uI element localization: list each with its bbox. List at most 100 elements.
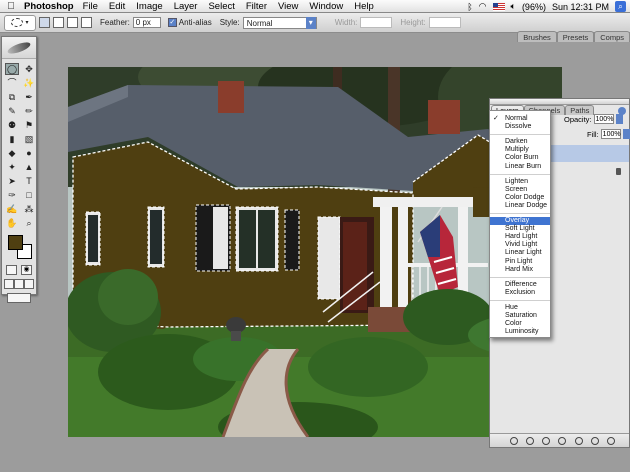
new-layer-icon[interactable] bbox=[590, 436, 599, 445]
blend-mode-overlay[interactable]: Overlay bbox=[490, 217, 550, 225]
hand-tool-icon[interactable]: ✋ bbox=[5, 217, 19, 229]
blend-mode-normal[interactable]: Normal ✓ bbox=[490, 115, 550, 123]
new-selection-icon[interactable] bbox=[39, 17, 50, 28]
healing-brush-tool-icon[interactable]: ✎ bbox=[5, 105, 19, 117]
menu-select[interactable]: Select bbox=[208, 1, 234, 12]
blend-mode-soft-light[interactable]: Soft Light bbox=[490, 225, 550, 233]
blend-mode-lighten[interactable]: Lighten bbox=[490, 178, 550, 186]
menu-help[interactable]: Help bbox=[354, 1, 374, 12]
input-menu-flag-icon[interactable] bbox=[492, 2, 505, 11]
menu-image[interactable]: Image bbox=[136, 1, 162, 12]
adjustment-layer-icon[interactable] bbox=[558, 436, 567, 445]
blend-mode-difference[interactable]: Difference bbox=[490, 281, 550, 289]
subtract-selection-icon[interactable] bbox=[67, 17, 78, 28]
quick-mask-mode-icon[interactable]: ◉ bbox=[21, 265, 32, 275]
blend-mode-darken[interactable]: Darken bbox=[490, 138, 550, 146]
full-screen-menu-mode-icon[interactable] bbox=[14, 279, 24, 289]
link-layers-icon[interactable] bbox=[510, 436, 519, 445]
apple-menu-icon[interactable]:  bbox=[4, 1, 18, 12]
menu-edit[interactable]: Edit bbox=[109, 1, 125, 12]
blend-mode-screen[interactable]: Screen bbox=[490, 186, 550, 194]
dodge-tool-icon[interactable]: ● bbox=[22, 147, 36, 159]
foreground-color-swatch[interactable] bbox=[8, 235, 23, 250]
measure-tool-icon[interactable]: ⁂ bbox=[22, 203, 36, 215]
notes-tool-icon[interactable]: ✑ bbox=[5, 189, 19, 201]
crop-tool-icon[interactable]: ⧉ bbox=[5, 91, 19, 103]
blend-mode-multiply[interactable]: Multiply bbox=[490, 146, 550, 154]
direct-selection-tool-icon[interactable]: ➤ bbox=[5, 175, 19, 187]
opacity-input[interactable]: 100% bbox=[593, 114, 614, 124]
brush-tool-icon[interactable]: ✏ bbox=[22, 105, 36, 117]
layer-mask-icon[interactable] bbox=[542, 436, 551, 445]
bluetooth-icon[interactable]: ᛒ bbox=[467, 2, 472, 12]
checkmark-icon: ✓ bbox=[493, 115, 499, 122]
fill-slider-icon[interactable] bbox=[622, 129, 630, 139]
toolbox-header[interactable] bbox=[2, 37, 36, 59]
clone-stamp-tool-icon[interactable]: ⚉ bbox=[5, 119, 19, 131]
gradient-tool-icon[interactable]: ▧ bbox=[22, 133, 36, 145]
palette-tab-presets[interactable]: Presets bbox=[556, 31, 595, 42]
layer-style-icon[interactable] bbox=[526, 436, 535, 445]
tool-preset-picker[interactable]: ▾ bbox=[4, 14, 36, 31]
blend-mode-pin-light[interactable]: Pin Light bbox=[490, 258, 550, 266]
menu-window[interactable]: Window bbox=[309, 1, 343, 12]
zoom-tool-icon[interactable]: ⌕ bbox=[22, 217, 36, 229]
standard-mode-icon[interactable] bbox=[6, 265, 17, 275]
type-tool-icon[interactable]: T bbox=[22, 175, 36, 187]
feather-input[interactable]: 0 px bbox=[132, 17, 161, 28]
move-tool-icon[interactable]: ✥ bbox=[22, 63, 36, 75]
blend-mode-hard-mix[interactable]: Hard Mix bbox=[490, 266, 550, 274]
app-menu[interactable]: Photoshop bbox=[24, 1, 74, 12]
blend-mode-luminosity[interactable]: Luminosity bbox=[490, 328, 550, 336]
standard-screen-mode-icon[interactable] bbox=[4, 279, 14, 289]
intersect-selection-icon[interactable] bbox=[81, 17, 92, 28]
eraser-tool-icon[interactable]: ▮ bbox=[5, 133, 19, 145]
blend-mode-hard-light[interactable]: Hard Light bbox=[490, 233, 550, 241]
blend-mode-hue[interactable]: Hue bbox=[490, 304, 550, 312]
jump-to-imageready-icon[interactable] bbox=[7, 293, 31, 303]
marquee-tool-icon[interactable]: ◯ bbox=[5, 63, 19, 75]
menu-filter[interactable]: Filter bbox=[246, 1, 267, 12]
blend-mode-exclusion[interactable]: Exclusion bbox=[490, 289, 550, 297]
history-brush-tool-icon[interactable]: ⚑ bbox=[22, 119, 36, 131]
blend-mode-color[interactable]: Color bbox=[490, 320, 550, 328]
opacity-control: Opacity: 100% bbox=[564, 114, 623, 124]
wifi-icon[interactable]: ◠ bbox=[479, 1, 487, 12]
clock[interactable]: Sun 12:31 PM bbox=[552, 2, 609, 12]
antialias-checkbox[interactable]: ✓ bbox=[167, 18, 177, 27]
blend-mode-color-dodge[interactable]: Color Dodge bbox=[490, 194, 550, 202]
pen-tool-icon[interactable]: ▲ bbox=[22, 161, 36, 173]
battery-status[interactable]: (96%) bbox=[522, 2, 546, 12]
style-select[interactable]: Normal bbox=[242, 16, 317, 29]
palette-tab-comps[interactable]: Comps bbox=[594, 31, 630, 42]
blend-mode-saturation[interactable]: Saturation bbox=[490, 312, 550, 320]
palette-tab-brushes[interactable]: Brushes bbox=[517, 31, 557, 42]
spotlight-icon[interactable]: ⌕ bbox=[615, 1, 626, 12]
full-screen-mode-icon[interactable] bbox=[24, 279, 34, 289]
document-canvas[interactable] bbox=[68, 67, 562, 437]
blend-mode-linear-burn[interactable]: Linear Burn bbox=[490, 163, 550, 171]
new-group-icon[interactable] bbox=[574, 436, 583, 445]
trash-icon[interactable] bbox=[606, 436, 615, 445]
blend-mode-linear-light[interactable]: Linear Light bbox=[490, 249, 550, 257]
options-bar: ▾ Feather: 0 px ✓ Anti-alias Style: Norm… bbox=[0, 13, 630, 42]
opacity-slider-icon[interactable] bbox=[615, 114, 623, 124]
menu-view[interactable]: View bbox=[278, 1, 298, 12]
speaker-icon[interactable]: 🔈︎ bbox=[511, 1, 516, 12]
fill-input[interactable]: 100% bbox=[600, 129, 621, 139]
slice-tool-icon[interactable]: ✒ bbox=[22, 91, 36, 103]
menu-layer[interactable]: Layer bbox=[174, 1, 198, 12]
blend-mode-dissolve[interactable]: Dissolve bbox=[490, 123, 550, 131]
lasso-tool-icon[interactable]: ⌒ bbox=[5, 77, 19, 89]
eyedropper-tool-icon[interactable]: ✍ bbox=[5, 203, 19, 215]
blend-mode-vivid-light[interactable]: Vivid Light bbox=[490, 241, 550, 249]
magic-wand-tool-icon[interactable]: ✨ bbox=[22, 77, 36, 89]
shape-tool-icon[interactable]: □ bbox=[22, 189, 36, 201]
blur-tool-icon[interactable]: ◆ bbox=[5, 147, 19, 159]
blend-mode-linear-dodge[interactable]: Linear Dodge bbox=[490, 202, 550, 210]
style-label: Style: bbox=[219, 18, 240, 27]
menu-file[interactable]: File bbox=[83, 1, 98, 12]
add-to-selection-icon[interactable] bbox=[53, 17, 64, 28]
blend-mode-color-burn[interactable]: Color Burn bbox=[490, 154, 550, 162]
path-selection-tool-icon[interactable]: ✦ bbox=[5, 161, 19, 173]
